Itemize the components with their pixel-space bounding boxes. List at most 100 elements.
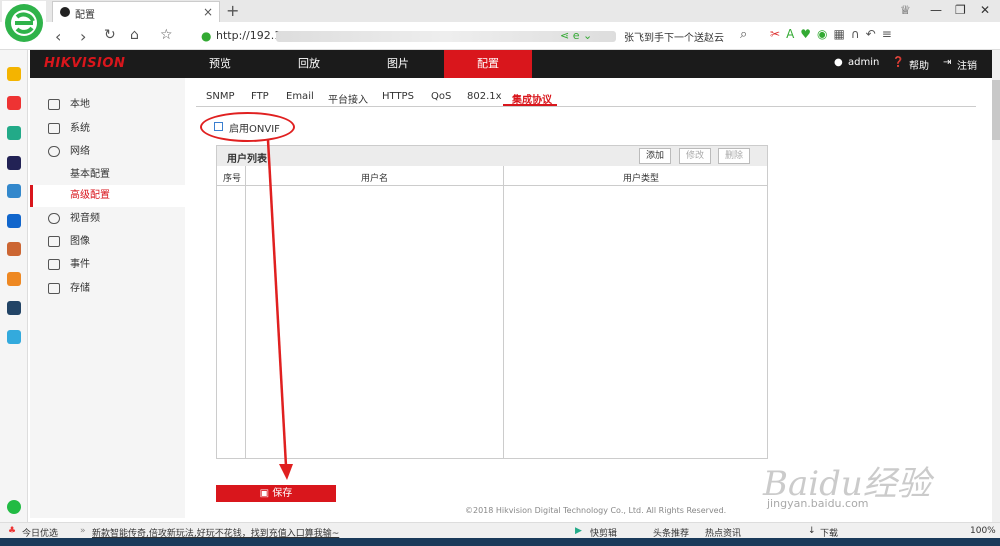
game1-icon[interactable]	[7, 242, 21, 256]
tab-email[interactable]: Email	[286, 91, 314, 102]
browser-tab[interactable]: 配置 ×	[52, 1, 220, 22]
zoom-level[interactable]: 100%	[970, 526, 996, 536]
apps-icon[interactable]: ▦	[834, 27, 851, 41]
browser-tab-bar: 配置 × + ♕ — ❐ ✕	[0, 0, 1000, 22]
menu-storage[interactable]: 存储	[30, 278, 185, 300]
chat-icon[interactable]	[7, 214, 21, 228]
game3-icon[interactable]	[7, 301, 21, 315]
username[interactable]: admin	[848, 57, 879, 68]
search-icon[interactable]: ⌕	[740, 27, 747, 42]
url-text: http://192.1	[216, 29, 282, 42]
nav-preview[interactable]: 预览	[176, 50, 264, 78]
menu-network[interactable]: 网络	[30, 141, 185, 163]
nav-playback[interactable]: 回放	[265, 50, 353, 78]
new-tab-icon[interactable]: +	[226, 1, 239, 20]
user-icon: ●	[834, 57, 843, 68]
add-button[interactable]: 添加	[639, 148, 671, 164]
menu-local[interactable]: 本地	[30, 94, 185, 116]
image-icon	[48, 236, 60, 247]
headset-icon[interactable]: ∩	[851, 27, 866, 41]
help-link[interactable]: 帮助	[909, 57, 929, 72]
sub-tabs: SNMP FTP Email 平台接入 HTTPS QoS 802.1x 集成协…	[196, 89, 976, 107]
tab-qos[interactable]: QoS	[431, 91, 451, 102]
extension-bar: ✂A♥◉▦∩↶≡	[770, 27, 898, 41]
tab-platform[interactable]: 平台接入	[328, 91, 368, 106]
col-divider	[245, 166, 246, 459]
calendar-icon	[48, 259, 60, 270]
browser-status-bar: ♣ 今日优选 » 新款智能传奇,倍攻新玩法,好玩不花钱，找到充值入口算我输~ ▶…	[0, 522, 1000, 539]
scrollbar[interactable]	[992, 50, 1000, 522]
close-window-icon[interactable]: ✕	[980, 3, 990, 17]
shield-ext-icon[interactable]: ♥	[800, 27, 817, 41]
logout-link[interactable]: 注销	[957, 57, 977, 72]
logout-icon: ⇥	[943, 57, 952, 68]
shield-icon: ●	[201, 29, 212, 43]
game-icon[interactable]: ◉	[817, 27, 833, 41]
annotation-ellipse	[200, 112, 295, 142]
gift-icon: ♣	[8, 526, 17, 536]
edit-button[interactable]: 修改	[679, 148, 711, 164]
menu-video-audio[interactable]: 视音频	[30, 208, 185, 230]
col-usertype: 用户类型	[623, 174, 660, 184]
delete-button[interactable]: 删除	[718, 148, 750, 164]
tab-ftp[interactable]: FTP	[251, 91, 269, 102]
back-icon[interactable]: ‹	[55, 27, 61, 46]
menu-system[interactable]: 系统	[30, 118, 185, 140]
user-list-header: 用户列表 添加 修改 删除	[217, 146, 767, 166]
camera-icon	[48, 213, 60, 224]
nav-picture[interactable]: 图片	[354, 50, 442, 78]
globe-icon	[48, 146, 60, 157]
save-icon: ▣	[259, 488, 273, 499]
brand-logo: HIKVISION	[44, 56, 126, 71]
download-icon: ↓	[808, 526, 816, 536]
restore-icon[interactable]: ❐	[955, 3, 966, 17]
nav-config[interactable]: 配置	[444, 50, 532, 78]
menu-image[interactable]: 图像	[30, 231, 185, 253]
menu-icon[interactable]: ≡	[882, 27, 898, 41]
bookmark-icon[interactable]: ☆	[160, 27, 173, 43]
mail-icon[interactable]	[7, 126, 21, 140]
save-label: 保存	[272, 488, 293, 499]
storage-icon	[48, 283, 60, 294]
translate-icon[interactable]: A	[786, 27, 800, 41]
scissors-icon[interactable]: ✂	[770, 27, 786, 41]
favorites-icon[interactable]	[7, 67, 21, 81]
close-tab-icon[interactable]: ×	[203, 5, 213, 19]
weibo-icon[interactable]	[7, 96, 21, 110]
shirt-icon[interactable]: ♕	[900, 3, 911, 17]
col-divider	[503, 166, 504, 459]
system-icon	[48, 123, 60, 134]
save-button[interactable]: ▣ 保存	[216, 485, 336, 502]
footer-copyright: ©2018 Hikvision Digital Technology Co., …	[465, 506, 727, 515]
help-icon: ❓	[892, 57, 905, 68]
p-icon[interactable]	[7, 330, 21, 344]
active-tab-underline	[503, 104, 557, 106]
forward-icon[interactable]: ›	[80, 27, 86, 46]
user-list-panel: 用户列表 添加 修改 删除 序号 用户名 用户类型	[216, 145, 768, 459]
tab-snmp[interactable]: SNMP	[206, 91, 235, 102]
url-field[interactable]: ● http://192.1 ⋖ e ⌄ 张飞到手下一个送赵云 ⌕	[196, 25, 747, 47]
refresh-icon[interactable]: ↻	[104, 27, 116, 43]
menu-event[interactable]: 事件	[30, 254, 185, 276]
add-icon[interactable]	[7, 500, 21, 514]
monitor-icon	[48, 99, 60, 110]
hikvision-header: HIKVISION 预览 回放 图片 配置 ● admin ❓ 帮助 ⇥ 注销	[30, 50, 992, 78]
undo-icon[interactable]: ↶	[866, 27, 882, 41]
browser-logo	[2, 1, 46, 47]
notes-icon[interactable]	[7, 184, 21, 198]
tab-title: 配置	[75, 10, 95, 21]
scrollbar-thumb[interactable]	[992, 80, 1000, 140]
tab-8021x[interactable]: 802.1x	[467, 91, 502, 102]
table-header: 序号 用户名 用户类型	[217, 166, 767, 186]
app-icon[interactable]	[7, 156, 21, 170]
menu-advanced-config[interactable]: 高级配置	[30, 185, 185, 207]
col-username: 用户名	[361, 174, 389, 184]
search-suggestion[interactable]: 张飞到手下一个送赵云	[624, 29, 724, 44]
tab-favicon-icon	[60, 7, 70, 17]
share-icon[interactable]: ⋖ e ⌄	[560, 29, 592, 42]
game2-icon[interactable]	[7, 272, 21, 286]
tab-https[interactable]: HTTPS	[382, 91, 414, 102]
minimize-icon[interactable]: —	[930, 3, 942, 17]
menu-basic-config[interactable]: 基本配置	[30, 164, 185, 186]
home-icon[interactable]: ⌂	[130, 27, 139, 43]
